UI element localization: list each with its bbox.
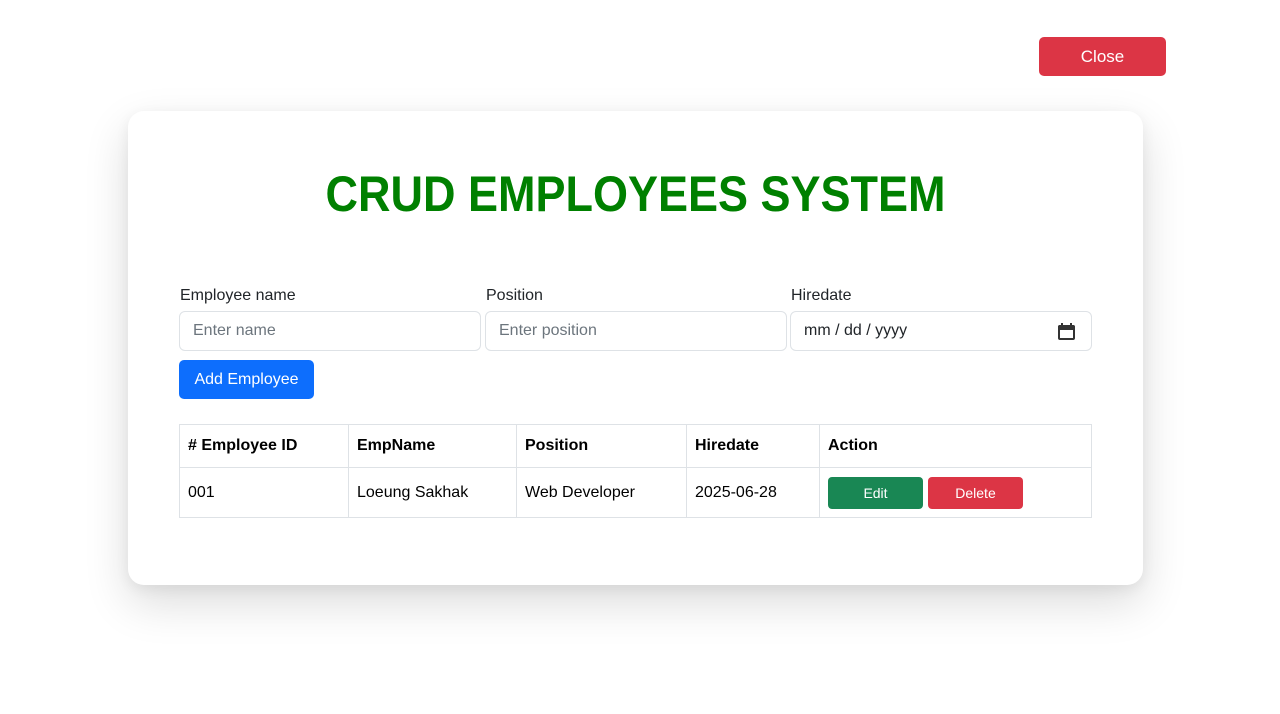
header-empname: EmpName <box>348 424 517 468</box>
hiredate-input[interactable]: mm / dd / yyyy <box>790 311 1092 351</box>
header-hiredate: Hiredate <box>686 424 820 468</box>
edit-button[interactable]: Edit <box>828 476 923 509</box>
header-position: Position <box>516 424 687 468</box>
position-input[interactable]: Enter position <box>485 311 787 351</box>
employees-table: # Employee ID EmpName Position Hiredate … <box>179 424 1092 518</box>
cell-hiredate: 2025-06-28 <box>686 467 820 518</box>
cell-position: Web Developer <box>516 467 687 518</box>
page-title: CRUD EMPLOYEES SYSTEM <box>325 166 946 222</box>
position-field: Position Enter position <box>485 285 787 351</box>
delete-button[interactable]: Delete <box>928 476 1023 509</box>
employee-name-field: Employee name Enter name <box>179 285 481 351</box>
table-header-row: # Employee ID EmpName Position Hiredate … <box>179 424 1092 468</box>
close-button[interactable]: Close <box>1039 37 1166 76</box>
hiredate-field: Hiredate mm / dd / yyyy <box>790 285 1092 351</box>
employee-card: CRUD EMPLOYEES SYSTEM Employee name Ente… <box>128 111 1143 585</box>
employee-name-label: Employee name <box>180 287 296 304</box>
position-label: Position <box>486 287 543 304</box>
cell-action: Edit Delete <box>819 467 1092 518</box>
add-employee-button[interactable]: Add Employee <box>179 360 314 399</box>
header-employee-id: # Employee ID <box>179 424 349 468</box>
header-action: Action <box>819 424 1092 468</box>
cell-empname: Loeung Sakhak <box>348 467 517 518</box>
calendar-icon[interactable] <box>1058 322 1075 340</box>
hiredate-value: mm / dd / yyyy <box>804 322 908 339</box>
table-row: 001 Loeung Sakhak Web Developer 2025-06-… <box>179 467 1092 518</box>
hiredate-label: Hiredate <box>791 287 852 304</box>
cell-employee-id: 001 <box>179 467 349 518</box>
employee-name-input[interactable]: Enter name <box>179 311 481 351</box>
